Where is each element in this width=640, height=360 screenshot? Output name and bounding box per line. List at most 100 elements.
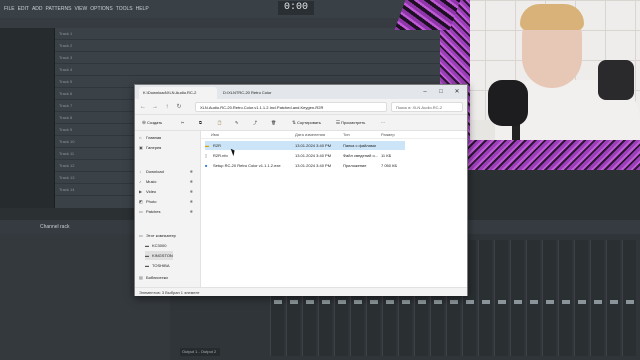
refresh-icon[interactable]: ↻ bbox=[175, 103, 183, 111]
exe-icon: ■ bbox=[205, 163, 208, 168]
file-date: 13.01.2024 3:40 PM bbox=[295, 143, 332, 148]
column-size[interactable]: Размер bbox=[381, 131, 395, 139]
menu-options[interactable]: OPTIONS bbox=[90, 6, 113, 12]
sidebar-item-video[interactable]: ▶ Video ✱ bbox=[139, 187, 197, 196]
track-label: Track 2 bbox=[59, 43, 73, 48]
glitter-frame-bottom bbox=[440, 140, 640, 170]
sidebar-item-drive[interactable]: ▬ TOSHIBA bbox=[145, 261, 170, 270]
menu-tools[interactable]: TOOLS bbox=[116, 6, 133, 12]
file-row[interactable]: ■ Setup RC-20 Retro Color v1.1.1.2.exe 1… bbox=[205, 161, 405, 170]
track-label: Track 10 bbox=[59, 139, 75, 144]
tab-inactive[interactable]: D:\XLNTRC-20 Retro Color bbox=[219, 87, 297, 99]
music-icon: ♪ bbox=[139, 179, 141, 184]
track-label: Track 3 bbox=[59, 55, 73, 60]
mixer-strip[interactable] bbox=[494, 240, 508, 356]
close-icon[interactable]: ✕ bbox=[451, 87, 463, 97]
menu-patterns[interactable]: PATTERNS bbox=[46, 6, 72, 12]
mixer-strip[interactable] bbox=[526, 240, 540, 356]
pin-icon: ✱ bbox=[189, 169, 193, 174]
sidebar-item-patches[interactable]: ▭ Patches ✱ bbox=[139, 207, 197, 216]
mixer-strip[interactable] bbox=[558, 240, 572, 356]
menu-add[interactable]: ADD bbox=[32, 6, 43, 12]
pin-icon: ✱ bbox=[189, 179, 193, 184]
track-label: Track 6 bbox=[59, 91, 73, 96]
file-explorer-window[interactable]: K:\Download\XLN.Audio.RC-2 D:\XLNTRC-20 … bbox=[134, 84, 468, 296]
file-type: Файл сведений о... bbox=[343, 153, 379, 158]
tab-active[interactable]: K:\Download\XLN.Audio.RC-2 bbox=[139, 87, 217, 99]
pin-icon: ✱ bbox=[189, 209, 193, 214]
drive-icon: ▬ bbox=[145, 253, 149, 258]
pin-icon: ✱ bbox=[189, 199, 193, 204]
paste-icon[interactable]: 📋 bbox=[217, 118, 222, 128]
forward-icon[interactable]: → bbox=[151, 103, 159, 111]
photo-icon: ◩ bbox=[139, 199, 143, 204]
file-name: Setup RC-20 Retro Color v1.1.1.2.exe bbox=[213, 163, 281, 168]
glitter-frame-top bbox=[394, 0, 461, 30]
path-field[interactable]: XLN.Audio.RC-20.Retro.Color.v1.1.1.2.Inc… bbox=[195, 102, 387, 112]
mixer-strip[interactable] bbox=[622, 240, 636, 356]
mixer-strip[interactable] bbox=[478, 240, 492, 356]
copy-icon[interactable]: ⧉ bbox=[199, 118, 202, 128]
mixer-strip[interactable] bbox=[606, 240, 620, 356]
search-input[interactable]: Поиск в: XLN.Audio.RC-2 bbox=[391, 102, 463, 112]
file-type: Приложение bbox=[343, 163, 367, 168]
track-label: Track 11 bbox=[59, 151, 75, 156]
sidebar-item-libraries[interactable]: ▤ Библиотеки bbox=[139, 273, 168, 282]
create-button[interactable]: ⊕Создать bbox=[141, 118, 162, 128]
mixer-strip[interactable] bbox=[542, 240, 556, 356]
menu-file[interactable]: FILE bbox=[4, 6, 15, 12]
toolbar: ⊕Создать ✂ ⧉ 📋 ✎ ⤴ 🗑 ⇅Сортировать ☰Просм… bbox=[135, 115, 467, 131]
sidebar-item-drive[interactable]: ▬ KINGSTON bbox=[145, 251, 173, 260]
track-label: Track 13 bbox=[59, 175, 75, 180]
file-row[interactable]: ▬ R2R 13.01.2024 3:40 PM Папка с файлами bbox=[205, 141, 405, 150]
output-selector[interactable]: Output 1 - Output 2 bbox=[180, 348, 220, 356]
more-icon[interactable]: ··· bbox=[381, 118, 385, 128]
track-label: Track 8 bbox=[59, 115, 73, 120]
track-label: Track 7 bbox=[59, 103, 73, 108]
delete-icon[interactable]: 🗑 bbox=[271, 118, 276, 128]
menu-view[interactable]: VIEW bbox=[74, 6, 87, 12]
file-name: R2R bbox=[213, 143, 222, 148]
sidebar-item-this-pc[interactable]: ▭ Этот компьютер bbox=[139, 231, 176, 240]
sidebar-item-download[interactable]: ↓ Download ✱ bbox=[139, 167, 197, 176]
mixer-strip[interactable] bbox=[510, 240, 524, 356]
rename-icon[interactable]: ✎ bbox=[235, 118, 238, 128]
sidebar-item-home[interactable]: ⌂ Главная bbox=[139, 133, 161, 142]
navigation-pane: ⌂ Главная ▣ Галерея ↓ Download ✱ ♪ Music ✱ ▶ Vi… bbox=[135, 131, 201, 287]
sidebar-item-photo[interactable]: ◩ Photo ✱ bbox=[139, 197, 197, 206]
mixer-strip[interactable] bbox=[590, 240, 604, 356]
fl-browser-panel bbox=[0, 28, 55, 208]
column-name[interactable]: Имя bbox=[211, 131, 219, 139]
file-type: Папка с файлами bbox=[343, 143, 376, 148]
column-date[interactable]: Дата изменения bbox=[295, 131, 325, 139]
share-icon[interactable]: ⤴ bbox=[253, 118, 257, 128]
time-display: 0:00 bbox=[278, 1, 314, 15]
column-type[interactable]: Тип bbox=[343, 131, 350, 139]
cut-icon[interactable]: ✂ bbox=[181, 118, 184, 128]
column-header: Имя Дата изменения Тип Размер bbox=[201, 131, 467, 139]
person-hair bbox=[520, 4, 584, 30]
up-icon[interactable]: ↑ bbox=[163, 103, 171, 111]
view-button[interactable]: ☰Просмотреть bbox=[335, 118, 366, 128]
download-icon: ↓ bbox=[139, 169, 141, 174]
mixer-strip[interactable] bbox=[574, 240, 588, 356]
drive-icon: ▬ bbox=[145, 263, 149, 268]
address-bar: ← → ↑ ↻ XLN.Audio.RC-20.Retro.Color.v1.1… bbox=[135, 99, 467, 115]
track-label: Track 14 bbox=[59, 187, 75, 192]
sort-button[interactable]: ⇅Сортировать bbox=[291, 118, 321, 128]
folder-icon: ▭ bbox=[139, 209, 143, 214]
menu-edit[interactable]: EDIT bbox=[18, 6, 29, 12]
maximize-icon[interactable]: □ bbox=[435, 87, 447, 97]
sidebar-item-gallery[interactable]: ▣ Галерея bbox=[139, 143, 161, 152]
microphone bbox=[488, 80, 528, 126]
library-icon: ▤ bbox=[139, 275, 143, 280]
track-label: Track 1 bbox=[59, 31, 73, 36]
minimize-icon[interactable]: – bbox=[419, 87, 431, 97]
back-icon[interactable]: ← bbox=[139, 103, 147, 111]
sidebar-item-music[interactable]: ♪ Music ✱ bbox=[139, 177, 197, 186]
status-bar: Элементов: 3 Выбран 1 элемент bbox=[135, 287, 467, 296]
sidebar-item-drive[interactable]: ▬ KC3000 bbox=[145, 241, 166, 250]
menu-help[interactable]: HELP bbox=[136, 6, 149, 12]
computer-icon: ▭ bbox=[139, 233, 143, 238]
home-icon: ⌂ bbox=[139, 135, 142, 140]
